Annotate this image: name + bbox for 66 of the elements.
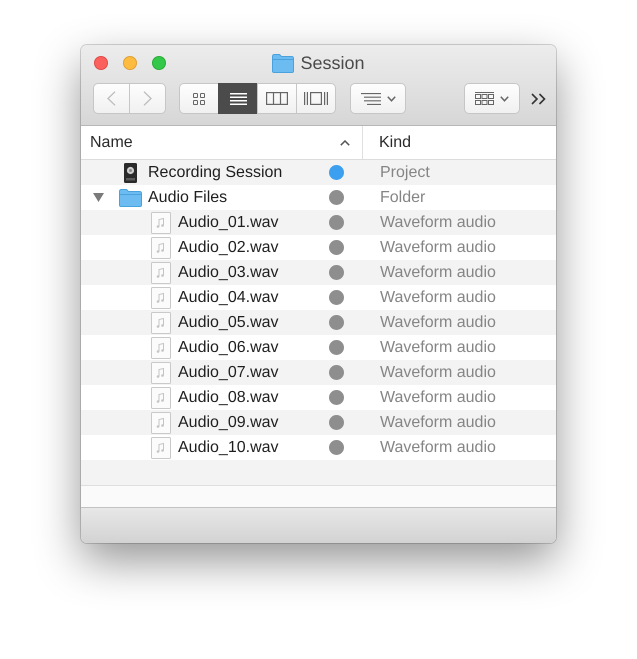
chevron-right-icon — [143, 91, 152, 106]
file-name: Audio_02.wav — [178, 238, 279, 256]
column-header[interactable]: Kind — [363, 126, 556, 159]
file-name: Audio_01.wav — [178, 214, 279, 232]
audio-file-icon — [150, 436, 170, 458]
list-row[interactable]: Recording Session Project — [81, 160, 556, 185]
file-kind: Waveform audio — [380, 338, 496, 356]
file-kind: Waveform audio — [380, 288, 496, 306]
file-name: Audio_04.wav — [178, 288, 279, 306]
audio-file-icon — [150, 412, 170, 434]
audio-file-icon — [150, 386, 170, 408]
folder-icon — [272, 54, 294, 72]
file-kind: Waveform audio — [380, 264, 496, 280]
file-kind: Folder — [380, 188, 426, 206]
window-title: Session — [300, 52, 365, 74]
list-row[interactable]: Audio_09.wav Waveform audio — [81, 410, 556, 435]
list-view-button[interactable] — [218, 83, 258, 114]
file-name: Audio_10.wav — [178, 438, 279, 456]
list-icon — [230, 92, 246, 104]
audio-file-icon — [150, 336, 170, 358]
file-name: Audio_07.wav — [178, 364, 279, 382]
file-kind: Waveform audio — [380, 238, 496, 256]
speaker-icon — [124, 162, 137, 182]
audio-file-icon — [150, 362, 170, 384]
audio-file-icon — [150, 236, 170, 258]
column-view-button[interactable] — [257, 83, 297, 114]
file-kind: Waveform audio — [380, 388, 496, 406]
group-menu-button[interactable] — [464, 83, 520, 114]
list-row[interactable]: Audio_07.wav Waveform audio — [81, 360, 556, 385]
cover-flow-icon — [304, 92, 328, 105]
caret-icon — [386, 96, 396, 102]
gallery-view-button[interactable] — [296, 83, 336, 114]
file-name: Audio Files — [148, 188, 228, 206]
file-name: Audio_03.wav — [178, 264, 279, 282]
lines-icon — [360, 92, 380, 104]
list-row[interactable]: Audio_01.wav Waveform audio — [81, 210, 556, 235]
columns-icon — [266, 92, 288, 105]
file-kind: Waveform audio — [380, 214, 496, 230]
folder-icon — [119, 188, 142, 206]
list-row[interactable]: Audio_05.wav Waveform audio — [81, 310, 556, 335]
chevron-left-icon — [107, 91, 116, 106]
arrange-menu-button[interactable] — [350, 83, 406, 114]
file-kind: Waveform audio — [380, 314, 496, 330]
audio-file-icon — [150, 212, 170, 234]
file-name: Audio_09.wav — [178, 414, 279, 432]
file-name: Audio_05.wav — [178, 314, 279, 332]
file-kind: Waveform audio — [380, 438, 496, 456]
grid-icon — [193, 92, 205, 104]
file-kind: Project — [380, 164, 430, 180]
file-name: Audio_06.wav — [178, 338, 279, 356]
icon-view-button[interactable] — [179, 83, 219, 114]
audio-file-icon — [150, 312, 170, 334]
close-button[interactable] — [94, 56, 108, 70]
disclosure-triangle-icon[interactable] — [93, 193, 104, 202]
audio-file-icon — [150, 286, 170, 308]
file-kind: Waveform audio — [380, 364, 496, 380]
file-kind: Waveform audio — [380, 414, 496, 430]
grid-icon — [475, 92, 494, 105]
column-header[interactable]: Name — [81, 126, 363, 159]
file-name: Recording Session — [148, 164, 282, 182]
caret-icon — [500, 96, 509, 102]
list-row[interactable]: Audio_03.wav Waveform audio — [81, 260, 556, 285]
more-button[interactable] — [530, 92, 547, 106]
audio-file-icon — [150, 262, 170, 284]
file-name: Audio_08.wav — [178, 388, 279, 406]
double-chevron-icon — [531, 93, 546, 105]
